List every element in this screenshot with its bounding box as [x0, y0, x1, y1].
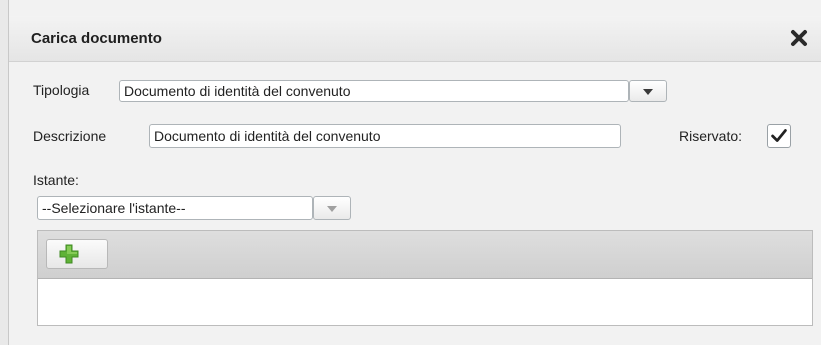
close-icon[interactable] [789, 28, 809, 48]
upload-document-dialog: Carica documento Tipologia Documento di … [8, 0, 821, 345]
istante-dropdown-button[interactable] [313, 196, 351, 220]
istante-select[interactable]: --Selezionare l'istante-- [37, 196, 313, 220]
tipologia-select[interactable]: Documento di identità del convenuto [119, 80, 629, 102]
riservato-checkbox[interactable] [767, 124, 791, 148]
tipologia-label: Tipologia [33, 82, 90, 98]
panel-content-area [38, 279, 812, 325]
descrizione-input[interactable]: Documento di identità del convenuto [149, 124, 621, 148]
green-plus-icon [59, 244, 79, 264]
riservato-label: Riservato: [679, 128, 743, 144]
descrizione-label: Descrizione [33, 128, 107, 144]
tipologia-dropdown-button[interactable] [629, 80, 667, 102]
istante-label: Istante: [33, 172, 79, 188]
panel-toolbar [38, 231, 812, 279]
checkmark-icon [771, 129, 787, 142]
add-button[interactable] [46, 239, 108, 269]
dialog-title: Carica documento [31, 30, 162, 47]
background-strip [0, 0, 8, 345]
dialog-titlebar[interactable]: Carica documento [9, 16, 821, 62]
istanti-panel [37, 230, 813, 326]
